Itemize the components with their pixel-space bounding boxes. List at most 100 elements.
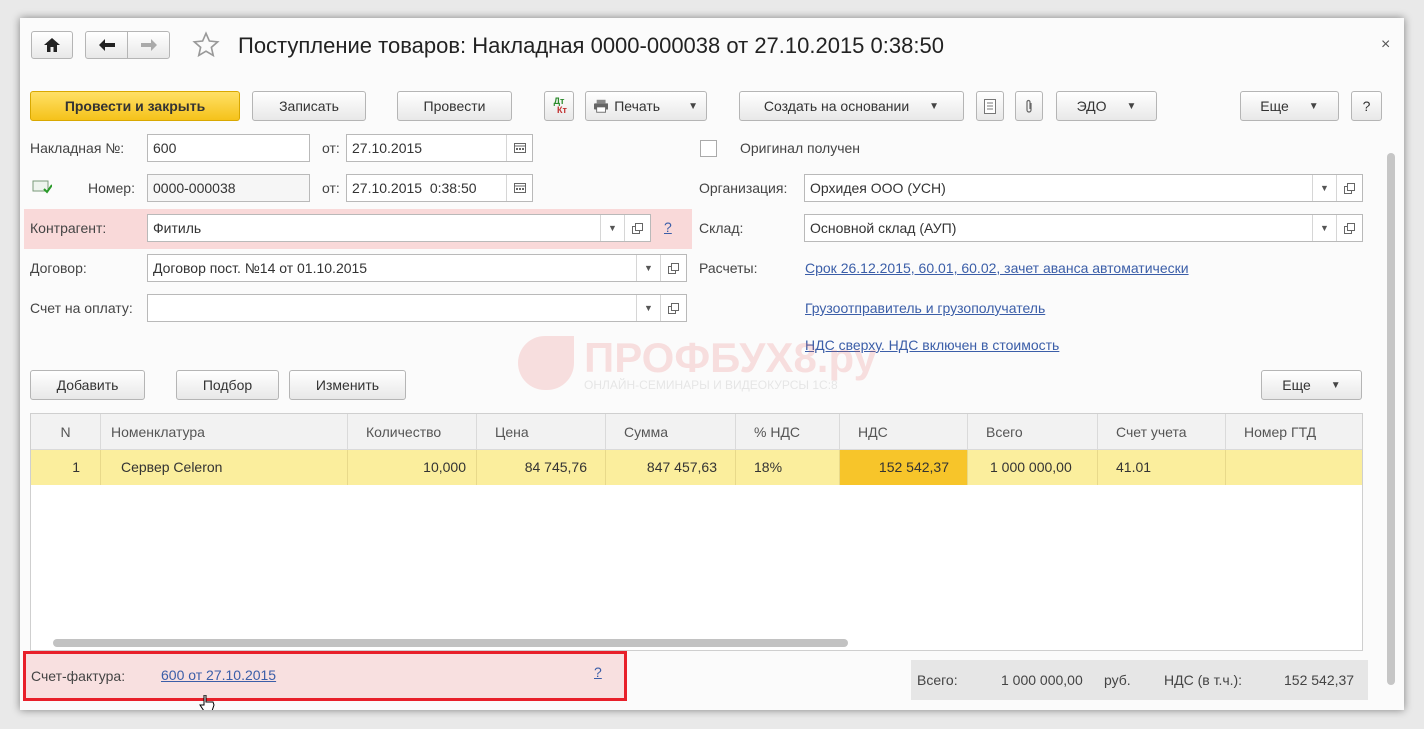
cell-nomenclature[interactable]: Сервер Celeron bbox=[101, 450, 348, 485]
counterparty-label: Контрагент: bbox=[30, 220, 107, 236]
cell-vat-rate[interactable]: 18% bbox=[736, 450, 840, 485]
calendar-icon[interactable] bbox=[506, 175, 532, 201]
column-header-quantity[interactable]: Количество bbox=[348, 414, 477, 450]
printer-icon bbox=[594, 99, 609, 113]
edit-button[interactable]: Изменить bbox=[289, 370, 406, 400]
settlements-link[interactable]: Срок 26.12.2015, 60.01, 60.02, зачет ава… bbox=[805, 260, 1189, 276]
chevron-down-icon: ▼ bbox=[688, 100, 698, 112]
original-received-checkbox[interactable] bbox=[700, 140, 717, 157]
total-label: Всего: bbox=[917, 672, 958, 688]
column-header-gtd[interactable]: Номер ГТД bbox=[1226, 414, 1362, 450]
contract-input[interactable]: Договор пост. №14 от 01.10.2015 ▼ bbox=[147, 254, 687, 282]
vertical-scrollbar[interactable] bbox=[1387, 153, 1395, 685]
invoice-help-link[interactable]: ? bbox=[594, 664, 602, 680]
payment-invoice-label: Счет на оплату: bbox=[30, 300, 133, 316]
arrow-left-icon bbox=[98, 39, 115, 51]
invoice-number-label: Накладная №: bbox=[30, 140, 125, 156]
chevron-down-icon[interactable]: ▼ bbox=[636, 295, 660, 321]
document-status-icon bbox=[32, 180, 53, 197]
original-received-label: Оригинал получен bbox=[740, 140, 861, 156]
create-based-on-button[interactable]: Создать на основании ▼ bbox=[739, 91, 964, 121]
nav-forward-button[interactable] bbox=[127, 31, 170, 59]
cell-gtd[interactable] bbox=[1226, 450, 1362, 485]
column-header-account[interactable]: Счет учета bbox=[1098, 414, 1226, 450]
totals-panel: Всего: 1 000 000,00 руб. НДС (в т.ч.): 1… bbox=[911, 660, 1368, 700]
more-button[interactable]: Еще ▼ bbox=[1240, 91, 1339, 121]
pick-button[interactable]: Подбор bbox=[176, 370, 279, 400]
post-and-close-button[interactable]: Провести и закрыть bbox=[30, 91, 240, 121]
dt-kt-icon-bottom: Кт bbox=[557, 105, 567, 115]
more-label: Еще bbox=[1260, 98, 1289, 114]
column-header-nomenclature[interactable]: Номенклатура bbox=[101, 414, 348, 450]
currency-label: руб. bbox=[1104, 672, 1131, 688]
chevron-down-icon[interactable]: ▼ bbox=[600, 215, 624, 241]
settlements-label: Расчеты: bbox=[699, 260, 758, 276]
open-icon[interactable] bbox=[624, 215, 650, 241]
save-button[interactable]: Записать bbox=[252, 91, 366, 121]
column-header-sum[interactable]: Сумма bbox=[606, 414, 736, 450]
add-row-button[interactable]: Добавить bbox=[30, 370, 145, 400]
number-input[interactable]: 0000-000038 bbox=[147, 174, 310, 202]
cell-n[interactable]: 1 bbox=[31, 450, 101, 485]
invoice-link[interactable]: 600 от 27.10.2015 bbox=[161, 667, 276, 683]
column-header-vat[interactable]: НДС bbox=[840, 414, 968, 450]
table-more-label: Еще bbox=[1282, 377, 1311, 393]
horizontal-scrollbar[interactable] bbox=[53, 639, 848, 647]
payment-invoice-input[interactable]: ▼ bbox=[147, 294, 687, 322]
watermark-tagline: ОНЛАЙН-СЕМИНАРЫ И ВИДЕОКУРСЫ 1С:8 bbox=[584, 378, 838, 392]
cell-price[interactable]: 84 745,76 bbox=[477, 450, 606, 485]
cell-total[interactable]: 1 000 000,00 bbox=[968, 450, 1098, 485]
nav-back-button[interactable] bbox=[85, 31, 128, 59]
open-icon[interactable] bbox=[660, 295, 686, 321]
post-button[interactable]: Провести bbox=[397, 91, 512, 121]
favorite-star-icon[interactable] bbox=[192, 31, 220, 62]
cell-account[interactable]: 41.01 bbox=[1098, 450, 1226, 485]
close-icon[interactable]: × bbox=[1381, 36, 1390, 54]
column-header-vat-rate[interactable]: % НДС bbox=[736, 414, 840, 450]
home-button[interactable] bbox=[31, 31, 73, 59]
shipper-consignee-link[interactable]: Грузоотправитель и грузополучатель bbox=[805, 300, 1045, 316]
edo-button[interactable]: ЭДО ▼ bbox=[1056, 91, 1157, 121]
help-button[interactable]: ? bbox=[1351, 91, 1382, 121]
dt-kt-button[interactable]: Дт Кт bbox=[544, 91, 574, 121]
cell-sum[interactable]: 847 457,63 bbox=[606, 450, 736, 485]
calendar-icon[interactable] bbox=[506, 135, 532, 161]
column-header-n[interactable]: N bbox=[31, 414, 101, 450]
organization-input[interactable]: Орхидея ООО (УСН) ▼ bbox=[804, 174, 1363, 202]
invoice-label: Счет-фактура: bbox=[31, 668, 126, 684]
column-header-total[interactable]: Всего bbox=[968, 414, 1098, 450]
number-label: Номер: bbox=[88, 180, 135, 196]
invoice-number-input[interactable]: 600 bbox=[147, 134, 310, 162]
print-button[interactable]: Печать ▼ bbox=[585, 91, 707, 121]
warehouse-input[interactable]: Основной склад (АУП) ▼ bbox=[804, 214, 1363, 242]
arrow-right-icon bbox=[140, 39, 157, 51]
open-icon[interactable] bbox=[660, 255, 686, 281]
goods-table[interactable]: N Номенклатура Количество Цена Сумма % Н… bbox=[30, 413, 1363, 651]
total-value: 1 000 000,00 bbox=[1001, 672, 1083, 688]
document-report-button[interactable] bbox=[976, 91, 1004, 121]
counterparty-input[interactable]: Фитиль ▼ bbox=[147, 214, 651, 242]
invoice-date-input[interactable]: 27.10.2015 bbox=[346, 134, 533, 162]
number-datetime-input[interactable]: 27.10.2015 0:38:50 bbox=[346, 174, 533, 202]
open-icon[interactable] bbox=[1336, 215, 1362, 241]
document-icon bbox=[984, 98, 996, 114]
chevron-down-icon: ▼ bbox=[1308, 100, 1319, 112]
mouse-cursor-icon bbox=[198, 694, 218, 710]
table-header: N Номенклатура Количество Цена Сумма % Н… bbox=[31, 414, 1362, 450]
table-more-button[interactable]: Еще ▼ bbox=[1261, 370, 1362, 400]
open-icon[interactable] bbox=[1336, 175, 1362, 201]
chevron-down-icon[interactable]: ▼ bbox=[1312, 175, 1336, 201]
cell-quantity[interactable]: 10,000 bbox=[348, 450, 477, 485]
chevron-down-icon[interactable]: ▼ bbox=[636, 255, 660, 281]
invoice-date-from-label: от: bbox=[322, 140, 340, 156]
counterparty-help-link[interactable]: ? bbox=[664, 219, 672, 235]
attach-button[interactable] bbox=[1015, 91, 1043, 121]
brand-logo-icon bbox=[518, 336, 574, 390]
chevron-down-icon: ▼ bbox=[929, 100, 940, 112]
cell-vat[interactable]: 152 542,37 bbox=[840, 450, 968, 485]
vat-total-label: НДС (в т.ч.): bbox=[1164, 672, 1243, 688]
chevron-down-icon[interactable]: ▼ bbox=[1312, 215, 1336, 241]
contract-label: Договор: bbox=[30, 260, 87, 276]
table-row[interactable]: 1 Сервер Celeron 10,000 84 745,76 847 45… bbox=[31, 450, 1362, 485]
column-header-price[interactable]: Цена bbox=[477, 414, 606, 450]
